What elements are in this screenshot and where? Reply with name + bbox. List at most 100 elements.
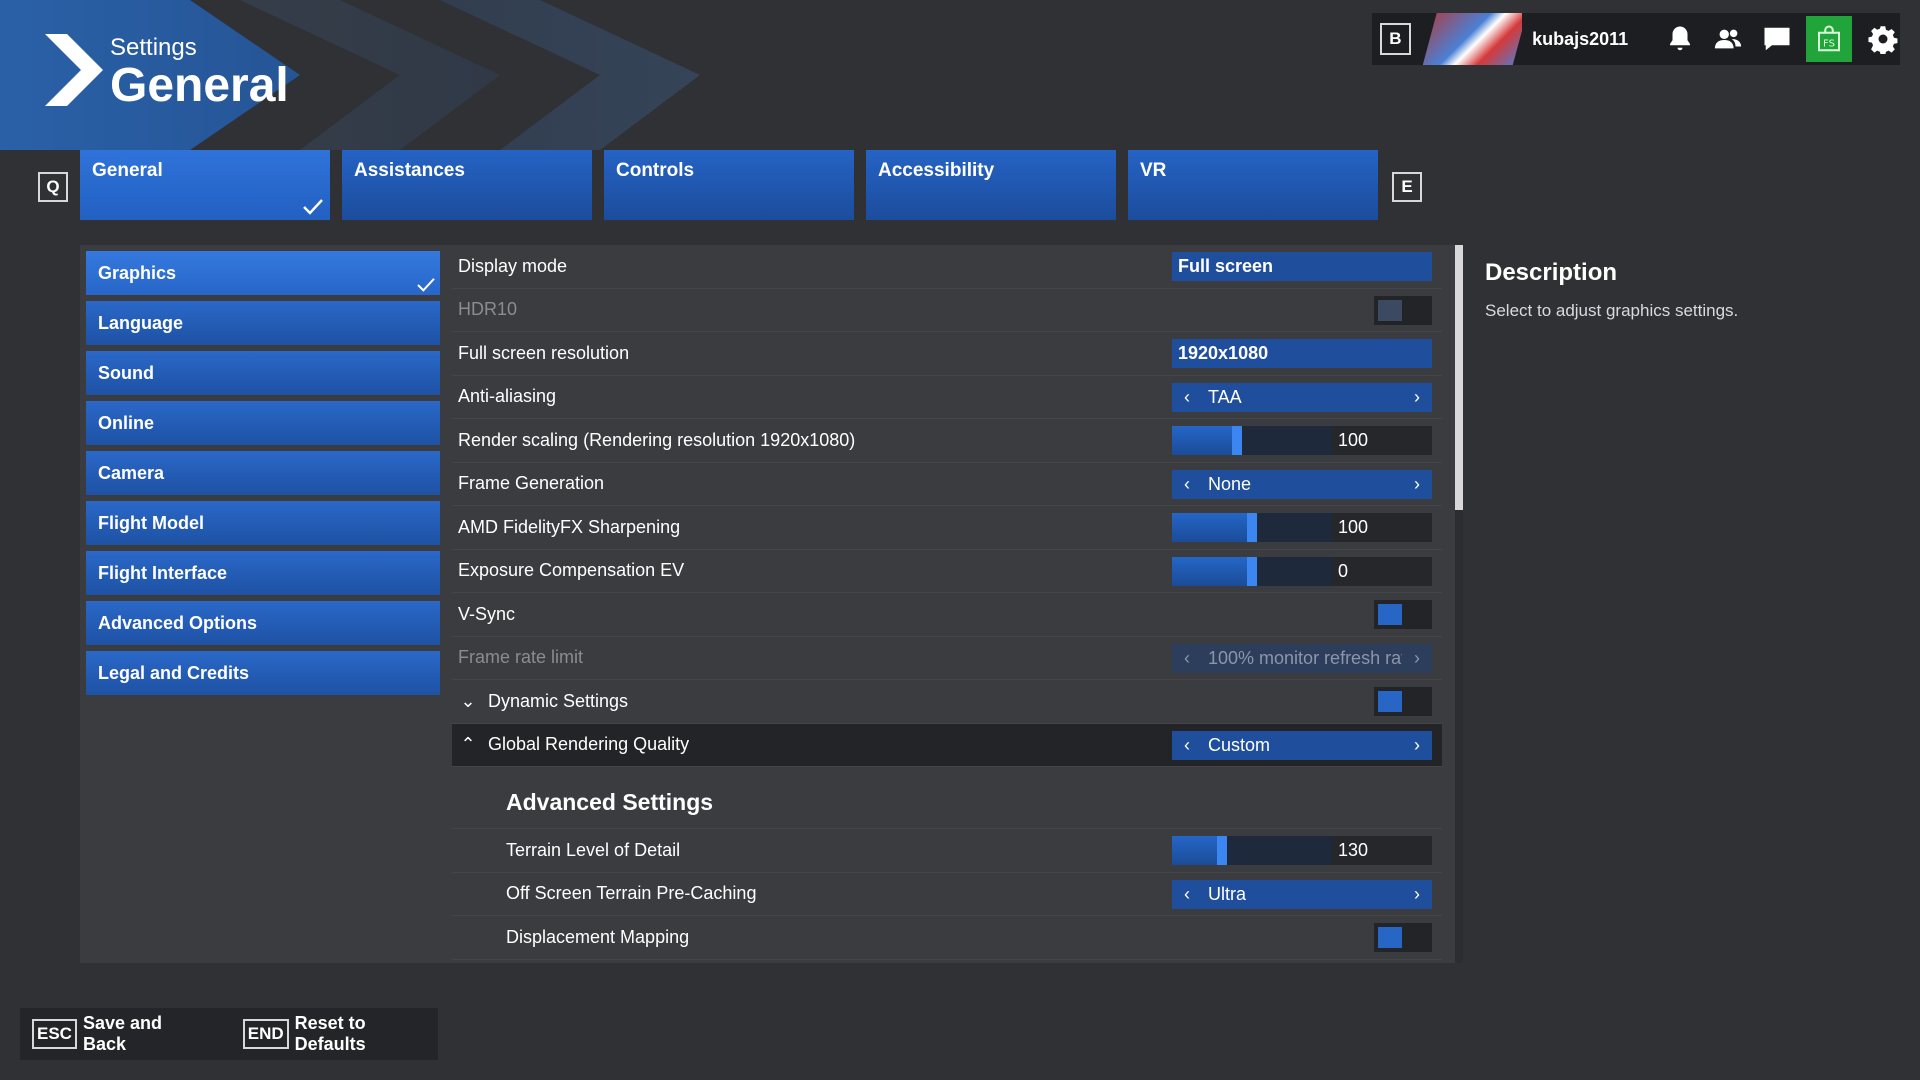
settings-list: Display mode Full screen HDR10 Full scre… xyxy=(452,245,1442,963)
sidebar-item-flight-model[interactable]: Flight Model xyxy=(86,501,440,545)
global-quality-selector[interactable]: ‹ Custom › xyxy=(1172,730,1432,760)
tab-controls[interactable]: Controls xyxy=(604,150,854,220)
terrain-lod-slider[interactable]: 130 xyxy=(1172,836,1432,865)
sidebar-item-language[interactable]: Language xyxy=(86,301,440,345)
setting-row-terrain-lod[interactable]: Terrain Level of Detail 130 xyxy=(452,829,1442,873)
dynamic-settings-toggle[interactable] xyxy=(1374,687,1432,716)
user-bar: B kubajs2011 FS xyxy=(1372,13,1900,65)
chevron-right-icon[interactable]: › xyxy=(1402,387,1432,408)
tab-label: General xyxy=(92,160,163,181)
description-panel: Description Select to adjust graphics se… xyxy=(1463,245,1840,963)
setting-row-frame-generation[interactable]: Frame Generation ‹ None › xyxy=(452,463,1442,506)
chevron-right-icon[interactable]: › xyxy=(1402,474,1432,495)
slider-thumb[interactable] xyxy=(1247,513,1257,542)
chat-icon[interactable] xyxy=(1759,21,1793,57)
reset-to-defaults-button[interactable]: END Reset to Defaults xyxy=(242,1013,438,1055)
settings-panel: Graphics Language Sound Online Camera Fl… xyxy=(80,245,1840,963)
save-and-back-button[interactable]: ESC Save and Back xyxy=(32,1013,207,1055)
fidelityfx-slider[interactable]: 100 xyxy=(1172,513,1432,542)
display-mode-dropdown[interactable]: Full screen xyxy=(1172,252,1432,281)
sidebar-item-flight-interface[interactable]: Flight Interface xyxy=(86,551,440,595)
chevron-left-icon[interactable]: ‹ xyxy=(1172,735,1202,756)
setting-label: Dynamic Settings xyxy=(488,690,629,711)
gear-icon[interactable] xyxy=(1866,21,1900,57)
tab-accessibility[interactable]: Accessibility xyxy=(866,150,1116,220)
chevron-right-icon: › xyxy=(1414,647,1420,668)
tab-vr[interactable]: VR xyxy=(1128,150,1378,220)
sidebar-item-label: Sound xyxy=(98,362,154,383)
sidebar-item-graphics[interactable]: Graphics xyxy=(86,251,440,295)
description-title: Description xyxy=(1485,259,1618,286)
frame-rate-limit-selector: ‹ 100% monitor refresh rat › xyxy=(1172,643,1432,673)
setting-row-fidelityfx[interactable]: AMD FidelityFX Sharpening 100 xyxy=(452,506,1442,550)
setting-row-global-rendering-quality[interactable]: ⌃ Global Rendering Quality ‹ Custom › xyxy=(452,723,1442,767)
slider-track[interactable] xyxy=(1172,556,1332,586)
sidebar: Graphics Language Sound Online Camera Fl… xyxy=(86,251,440,701)
advanced-settings-heading: Advanced Settings xyxy=(452,767,1442,829)
slider-track[interactable] xyxy=(1172,513,1332,542)
vsync-toggle[interactable] xyxy=(1374,600,1432,629)
exposure-slider[interactable]: 0 xyxy=(1172,556,1432,586)
chevron-left-icon: ‹ xyxy=(1184,647,1190,668)
setting-row-anti-aliasing[interactable]: Anti-aliasing ‹ TAA › xyxy=(452,376,1442,419)
slider-fill xyxy=(1172,836,1222,865)
friends-icon[interactable] xyxy=(1711,21,1745,57)
slider-thumb[interactable] xyxy=(1247,556,1257,586)
setting-label: Global Rendering Quality xyxy=(488,734,690,755)
render-scaling-slider[interactable]: 100 xyxy=(1172,426,1432,455)
sidebar-item-label: Flight Model xyxy=(98,512,204,533)
svg-text:FS: FS xyxy=(1823,39,1835,50)
slider-value: 130 xyxy=(1332,836,1432,865)
scrollbar-thumb[interactable] xyxy=(1455,245,1463,510)
setting-row-exposure[interactable]: Exposure Compensation EV 0 xyxy=(452,550,1442,593)
chevron-right-icon[interactable]: › xyxy=(1402,735,1432,756)
setting-row-render-scaling[interactable]: Render scaling (Rendering resolution 192… xyxy=(452,419,1442,463)
setting-row-display-mode[interactable]: Display mode Full screen xyxy=(452,245,1442,289)
setting-row-fullscreen-resolution[interactable]: Full screen resolution 1920x1080 xyxy=(452,332,1442,376)
slider-thumb[interactable] xyxy=(1217,836,1227,865)
settings-scrollbar[interactable] xyxy=(1455,245,1463,963)
displacement-mapping-toggle[interactable] xyxy=(1374,923,1432,952)
sidebar-item-label: Advanced Options xyxy=(98,612,258,633)
chevron-up-icon[interactable]: ⌃ xyxy=(458,734,478,755)
sidebar-item-online[interactable]: Online xyxy=(86,401,440,445)
selector-value: TAA xyxy=(1208,386,1242,407)
tab-general[interactable]: General xyxy=(80,150,330,220)
slider-value: 0 xyxy=(1332,556,1432,586)
frame-generation-selector[interactable]: ‹ None › xyxy=(1172,469,1432,499)
key-hint-end: END xyxy=(242,1019,289,1049)
key-hint-q: Q xyxy=(38,172,68,202)
page-title: General xyxy=(110,59,289,112)
chevron-right-icon[interactable]: › xyxy=(1402,884,1432,905)
tab-assistances[interactable]: Assistances xyxy=(342,150,592,220)
sidebar-item-label: Legal and Credits xyxy=(98,662,250,683)
sidebar-item-legal-and-credits[interactable]: Legal and Credits xyxy=(86,651,440,695)
avatar[interactable] xyxy=(1422,13,1523,65)
slider-track[interactable] xyxy=(1172,836,1332,865)
setting-row-offscreen-precache[interactable]: Off Screen Terrain Pre-Caching ‹ Ultra › xyxy=(452,873,1442,916)
hdr10-toggle xyxy=(1374,295,1432,325)
chevron-left-icon[interactable]: ‹ xyxy=(1172,387,1202,408)
username[interactable]: kubajs2011 xyxy=(1532,29,1649,50)
chevron-left-icon[interactable]: ‹ xyxy=(1172,474,1202,495)
resolution-dropdown[interactable]: 1920x1080 xyxy=(1172,339,1432,368)
offscreen-precache-selector[interactable]: ‹ Ultra › xyxy=(1172,879,1432,909)
tab-label: VR xyxy=(1140,160,1167,181)
anti-aliasing-selector[interactable]: ‹ TAA › xyxy=(1172,382,1432,412)
setting-row-displacement-mapping[interactable]: Displacement Mapping xyxy=(452,916,1442,960)
slider-fill xyxy=(1172,426,1237,455)
chevron-left-icon[interactable]: ‹ xyxy=(1172,884,1202,905)
bell-icon[interactable] xyxy=(1663,21,1697,57)
chevron-down-icon[interactable]: ⌄ xyxy=(458,691,478,712)
slider-track[interactable] xyxy=(1172,426,1332,455)
button-label: Save and Back xyxy=(82,1013,163,1054)
sidebar-item-sound[interactable]: Sound xyxy=(86,351,440,395)
store-icon[interactable]: FS xyxy=(1805,16,1852,62)
setting-row-vsync[interactable]: V-Sync xyxy=(452,593,1442,637)
slider-fill xyxy=(1172,556,1252,586)
setting-row-dynamic-settings[interactable]: ⌄ Dynamic Settings xyxy=(452,680,1442,724)
sidebar-item-label: Camera xyxy=(98,462,165,483)
sidebar-item-camera[interactable]: Camera xyxy=(86,451,440,495)
slider-thumb[interactable] xyxy=(1232,426,1242,455)
sidebar-item-advanced-options[interactable]: Advanced Options xyxy=(86,601,440,645)
